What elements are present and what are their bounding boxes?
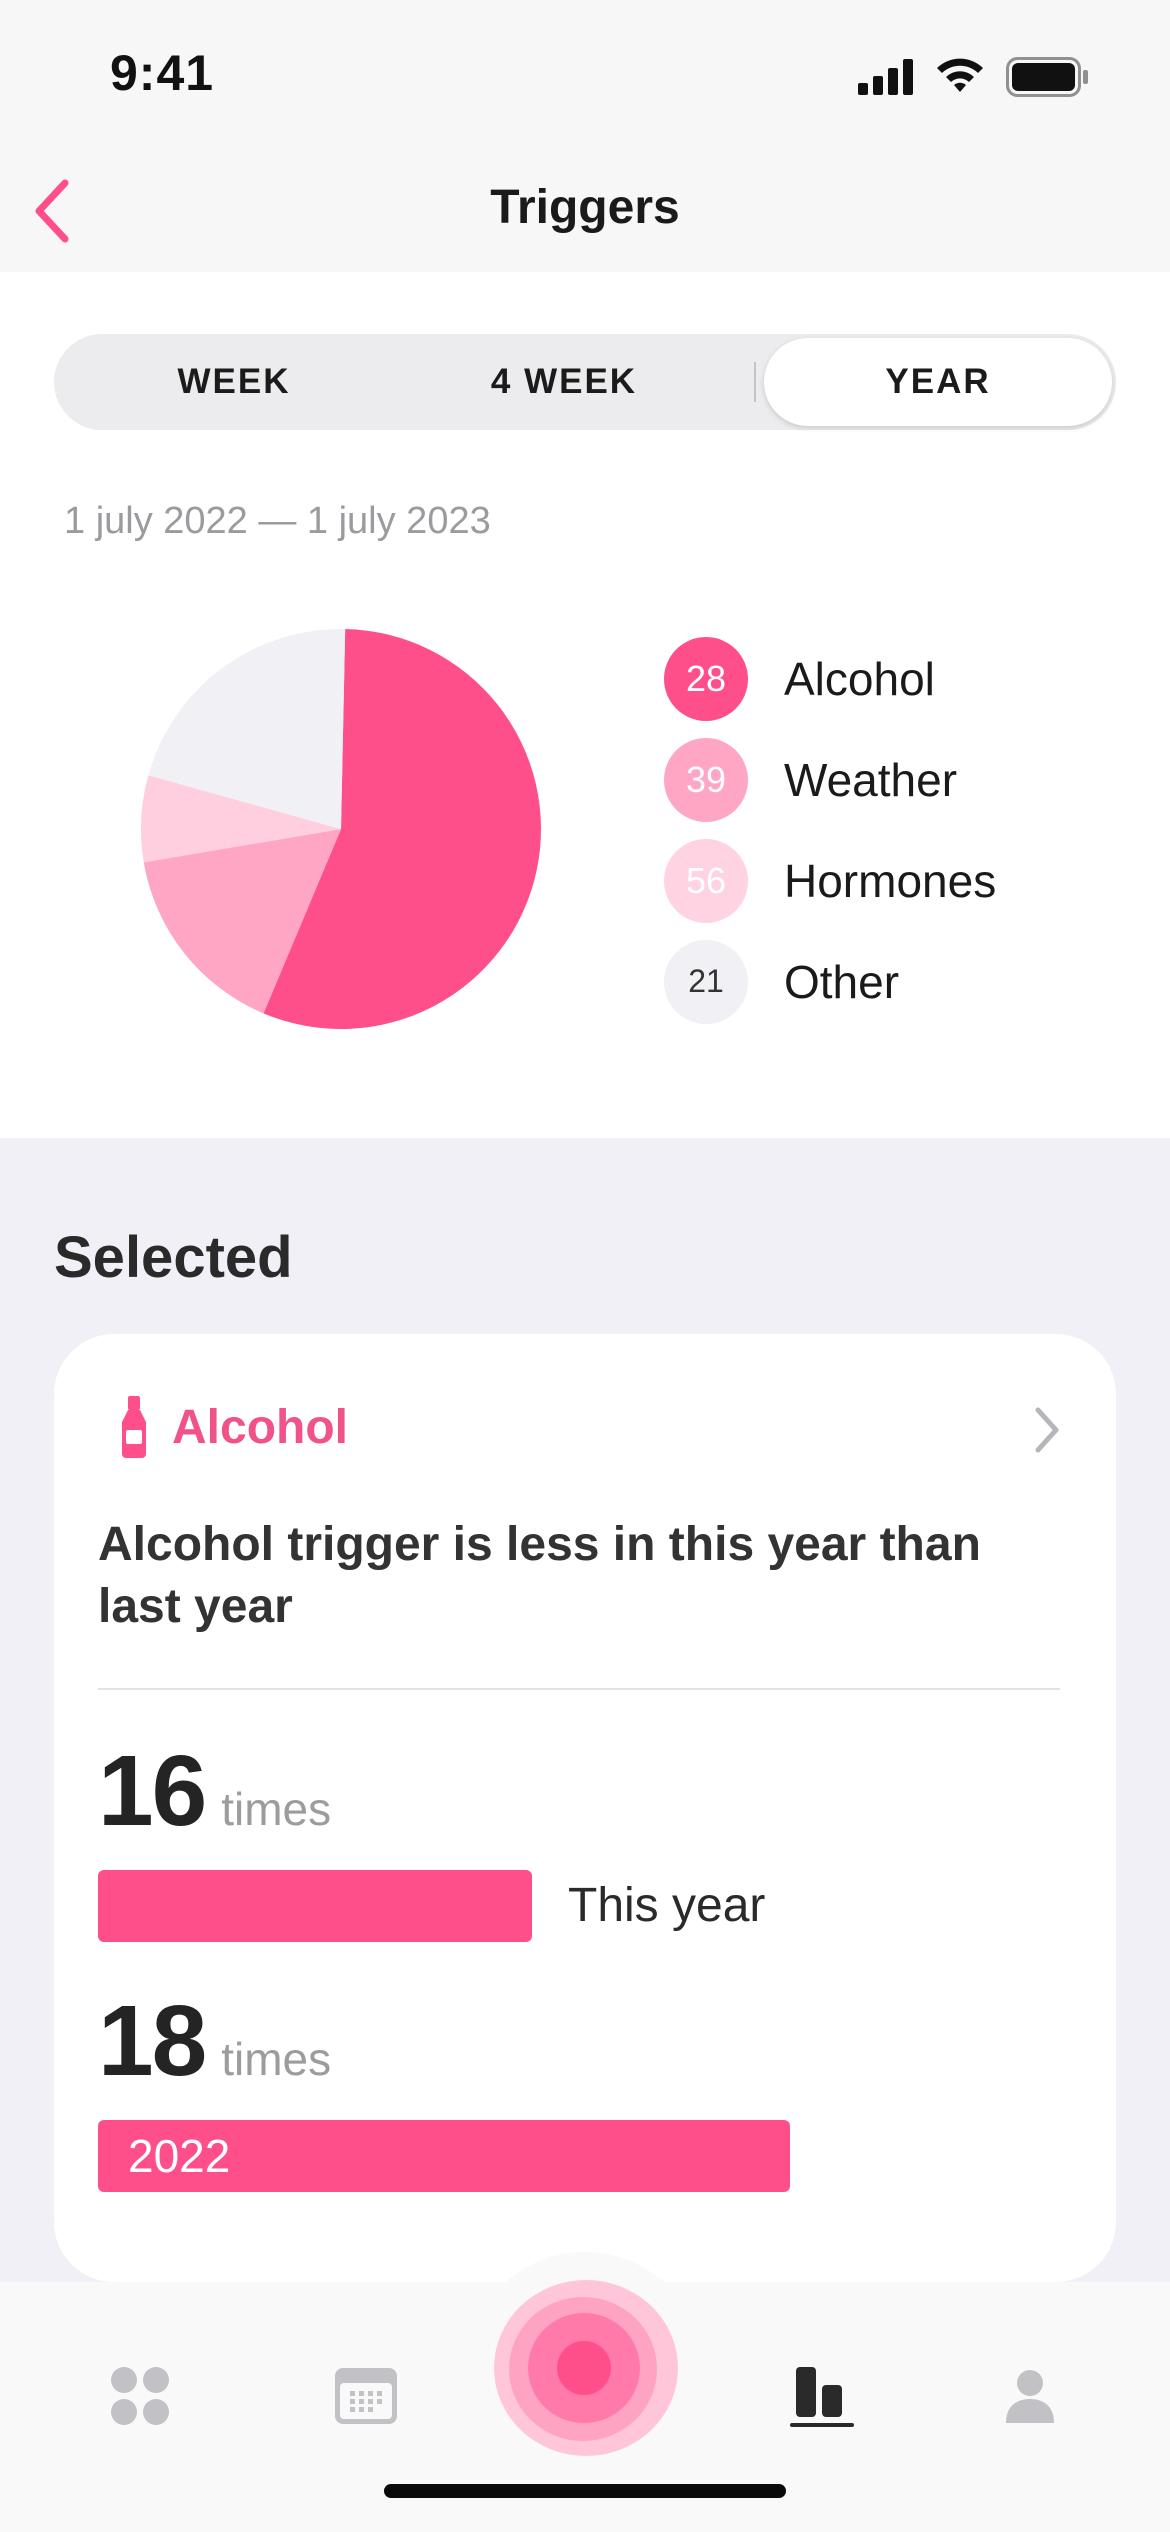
tab-dashboard[interactable] [80, 2336, 200, 2456]
previous-count-row: 18 times [98, 1984, 331, 2099]
legend-label: Hormones [784, 854, 997, 907]
current-count-row: 16 times [98, 1734, 331, 1849]
legend-label: Weather [784, 753, 958, 806]
segment-week[interactable]: WEEK [54, 334, 414, 430]
bottle-icon [122, 1396, 146, 1458]
legend-count-badge: 21 [664, 939, 748, 1024]
legend-item-hormones[interactable]: 56 Hormones [664, 830, 996, 931]
legend-count-badge: 39 [664, 737, 748, 822]
previous-period-label: 2022 [128, 2130, 231, 2182]
segment-4-week[interactable]: 4 WEEK [384, 334, 744, 430]
home-indicator [384, 2484, 786, 2498]
status-bar: 9:41 [0, 0, 1170, 150]
segment-year[interactable]: YEAR [764, 338, 1112, 426]
legend-label: Other [784, 955, 900, 1008]
triggers-pie-chart[interactable] [140, 628, 542, 1030]
tab-stats[interactable] [762, 2336, 882, 2456]
status-time: 9:41 [110, 45, 215, 101]
period-segmented-control: WEEK 4 WEEK YEAR [54, 334, 1116, 430]
legend-count-badge: 56 [664, 838, 748, 923]
tab-record-button[interactable] [466, 2252, 704, 2490]
legend-label: Alcohol [784, 652, 935, 705]
wifi-icon [937, 58, 983, 92]
dashboard-icon [111, 2367, 169, 2425]
calendar-icon [335, 2368, 397, 2424]
battery-icon [1006, 57, 1088, 97]
status-icons [858, 52, 1090, 102]
page-title: Triggers [490, 181, 680, 234]
segment-divider [754, 362, 756, 402]
cellular-signal-icon [858, 59, 913, 95]
trigger-comparison-text: Alcohol trigger is less in this year tha… [98, 1518, 981, 1633]
current-count-unit: times [221, 1783, 332, 1835]
record-icon [494, 2280, 678, 2456]
current-period-label: This year [568, 1879, 766, 1932]
triggers-legend: 28 Alcohol 39 Weather 56 Hormones 21 Other [664, 628, 996, 1032]
legend-item-alcohol[interactable]: 28 Alcohol [664, 628, 996, 729]
profile-icon [1006, 2370, 1054, 2423]
selected-trigger-card: Alcohol Alcohol trigger is less in this … [54, 1334, 1116, 2282]
tab-profile[interactable] [970, 2336, 1090, 2456]
date-range: 1 july 2022 — 1 july 2023 [64, 500, 491, 542]
legend-item-other[interactable]: 21 Other [664, 931, 996, 1032]
previous-count: 18 [98, 1985, 207, 2097]
previous-period-bar: 2022 [98, 2120, 790, 2192]
section-title-selected: Selected [54, 1225, 293, 1290]
legend-item-weather[interactable]: 39 Weather [664, 729, 996, 830]
stats-icon [790, 2367, 854, 2427]
selected-trigger-name: Alcohol [172, 1400, 348, 1454]
card-chevron-button[interactable] [1026, 1400, 1066, 1460]
overview-card: WEEK 4 WEEK YEAR 1 july 2022 — 1 july 20… [0, 272, 1170, 1138]
current-period-bar [98, 1870, 532, 1942]
legend-count-badge: 28 [664, 636, 748, 721]
previous-count-unit: times [221, 2033, 332, 2085]
current-count: 16 [98, 1735, 207, 1847]
chevron-right-icon [1035, 1407, 1059, 1453]
tab-calendar[interactable] [306, 2336, 426, 2456]
divider [98, 1688, 1060, 1690]
selected-trigger-header[interactable]: Alcohol [120, 1396, 348, 1458]
navigation-bar: Triggers [0, 150, 1170, 272]
